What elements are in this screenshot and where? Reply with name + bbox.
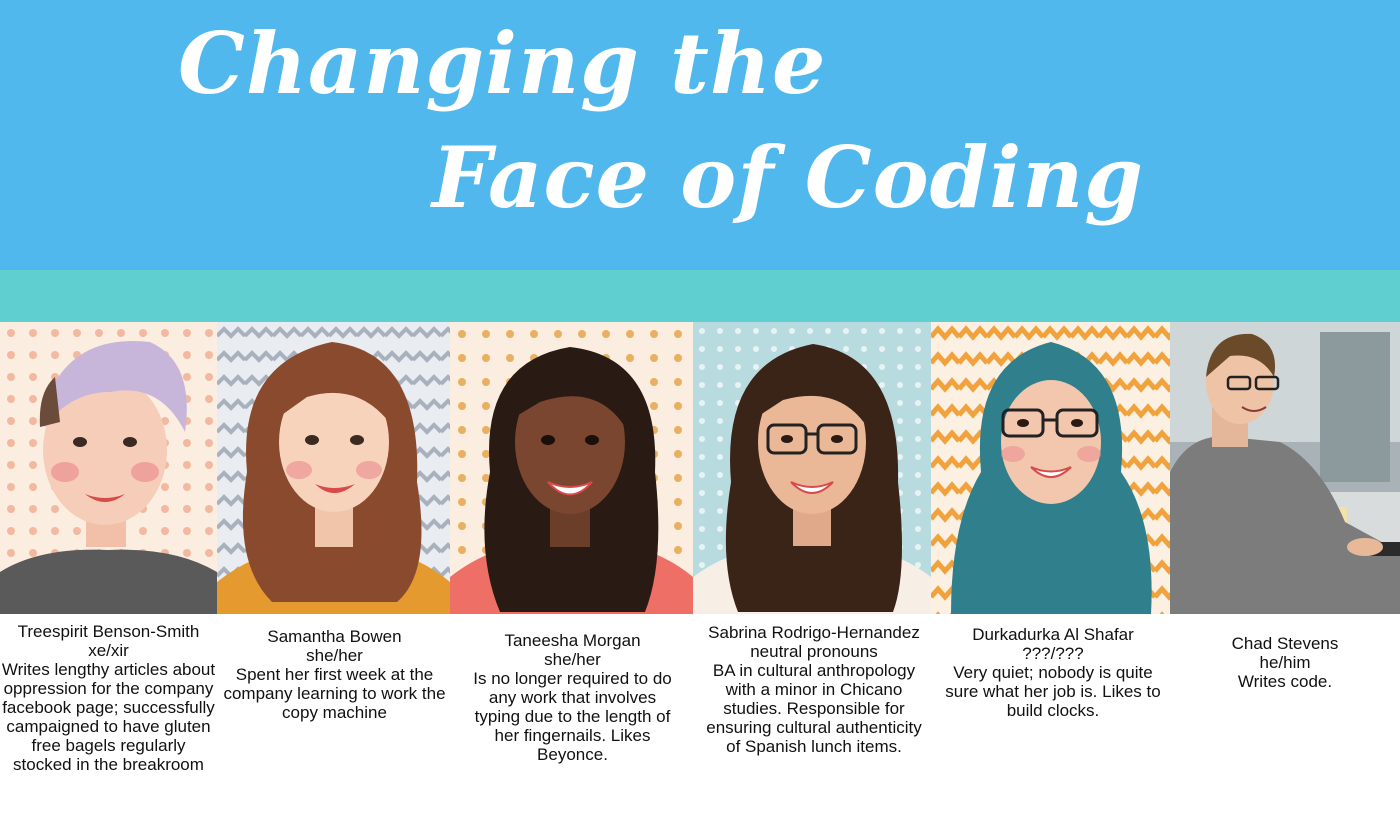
person-name: Sabrina Rodrigo-Hernandez bbox=[708, 623, 920, 642]
person-name: Samantha Bowen bbox=[267, 627, 402, 646]
portrait-durkadurka bbox=[931, 322, 1170, 614]
caption-taneesha: Taneesha Morgan she/her Is no longer req… bbox=[470, 631, 675, 764]
person-name: Durkadurka Al Shafar bbox=[972, 625, 1134, 644]
caption-durkadurka: Durkadurka Al Shafar ???/??? Very quiet;… bbox=[942, 625, 1164, 720]
person-pronouns: she/her bbox=[544, 650, 601, 669]
person-description: BA in cultural anthropology with a minor… bbox=[706, 661, 922, 756]
photo-chad bbox=[1170, 322, 1400, 614]
person-name: Taneesha Morgan bbox=[504, 631, 641, 650]
person-pronouns: she/her bbox=[306, 646, 363, 665]
title-line-2: Face of Coding bbox=[432, 128, 1145, 227]
person-description: Is no longer required to do any work tha… bbox=[473, 669, 672, 764]
portrait-taneesha bbox=[450, 322, 693, 614]
person-pronouns: ???/??? bbox=[1022, 644, 1084, 663]
person-description: Writes code. bbox=[1237, 672, 1333, 691]
person-name: Treespirit Benson-Smith bbox=[17, 622, 200, 641]
person-pronouns: he/him bbox=[1259, 653, 1311, 672]
person-pronouns: xe/xir bbox=[88, 641, 129, 660]
portrait-treespirit bbox=[0, 322, 217, 614]
teal-stripe bbox=[0, 270, 1400, 322]
caption-samantha: Samantha Bowen she/her Spent her first w… bbox=[222, 627, 447, 722]
page-title: Changing the Face of Coding bbox=[0, 0, 1143, 272]
caption-sabrina: Sabrina Rodrigo-Hernandez neutral pronou… bbox=[700, 623, 928, 756]
title-line-1: Changing the bbox=[178, 14, 827, 113]
caption-chad: Chad Stevens he/him Writes code. bbox=[1195, 634, 1375, 691]
person-description: Spent her first week at the company lear… bbox=[223, 665, 446, 722]
person-description: Very quiet; nobody is quite sure what he… bbox=[945, 663, 1161, 720]
portrait-sabrina bbox=[693, 322, 931, 614]
portrait-samantha bbox=[217, 322, 450, 614]
caption-treespirit: Treespirit Benson-Smith xe/xir Writes le… bbox=[0, 622, 217, 774]
person-name: Chad Stevens bbox=[1231, 634, 1339, 653]
person-pronouns: neutral pronouns bbox=[750, 642, 878, 661]
person-description: Writes lengthy articles about oppression… bbox=[1, 660, 216, 774]
